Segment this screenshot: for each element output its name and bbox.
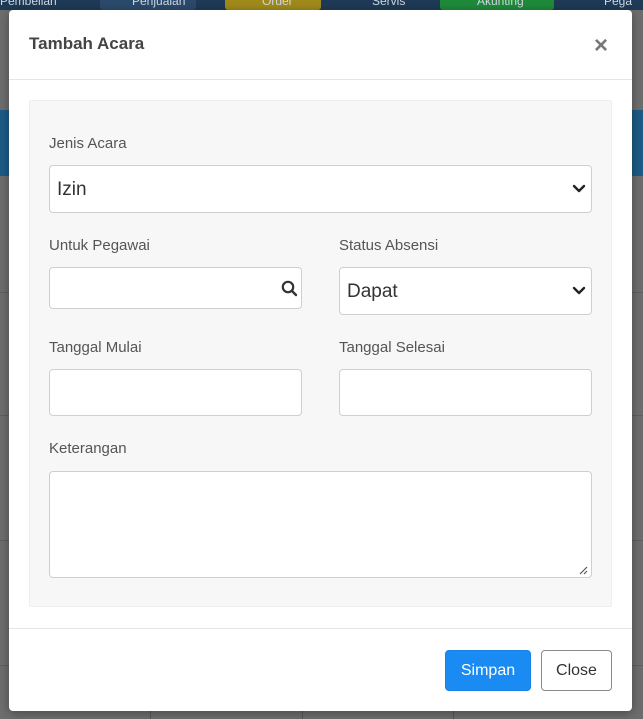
nav-pegawai[interactable]: Pega: [604, 0, 632, 10]
jenis-acara-select[interactable]: Izin: [49, 165, 592, 213]
jenis-acara-value: Izin: [57, 179, 87, 200]
nav-penjualan[interactable]: Penjualan: [132, 0, 185, 10]
add-event-modal: Tambah Acara × Jenis Acara Izin Untuk Pe…: [9, 10, 632, 711]
tanggal-selesai-label: Tanggal Selesai: [339, 339, 445, 356]
status-absensi-value: Dapat: [347, 281, 398, 302]
untuk-pegawai-search-input[interactable]: [49, 267, 302, 309]
status-absensi-label: Status Absensi: [339, 237, 439, 254]
untuk-pegawai-label: Untuk Pegawai: [49, 237, 150, 254]
modal-title: Tambah Acara: [29, 34, 145, 53]
nav-servis[interactable]: Servis: [372, 0, 405, 10]
nav-akunting[interactable]: Akunting: [477, 0, 524, 10]
status-absensi-select[interactable]: Dapat: [339, 267, 592, 315]
tanggal-mulai-label: Tanggal Mulai: [49, 339, 142, 356]
close-button[interactable]: Close: [541, 650, 612, 691]
tanggal-mulai-input[interactable]: [49, 369, 302, 416]
chevron-down-icon: [572, 184, 586, 193]
background-top-nav: Pembelian Penjualan Order Servis Akuntin…: [0, 0, 643, 10]
search-icon[interactable]: [281, 280, 298, 297]
nav-order[interactable]: Order: [262, 0, 293, 10]
save-button[interactable]: Simpan: [445, 650, 531, 691]
keterangan-textarea[interactable]: [49, 471, 592, 578]
tanggal-selesai-input[interactable]: [339, 369, 592, 416]
modal-header: Tambah Acara ×: [9, 10, 632, 80]
modal-body: Jenis Acara Izin Untuk Pegawai Status Ab…: [29, 100, 612, 607]
modal-footer: Simpan Close: [9, 628, 632, 711]
resize-handle-icon[interactable]: [578, 565, 588, 575]
close-icon[interactable]: ×: [591, 34, 611, 58]
nav-pembelian[interactable]: Pembelian: [0, 0, 57, 10]
jenis-acara-label: Jenis Acara: [49, 135, 127, 152]
keterangan-label: Keterangan: [49, 440, 127, 457]
chevron-down-icon: [572, 286, 586, 295]
